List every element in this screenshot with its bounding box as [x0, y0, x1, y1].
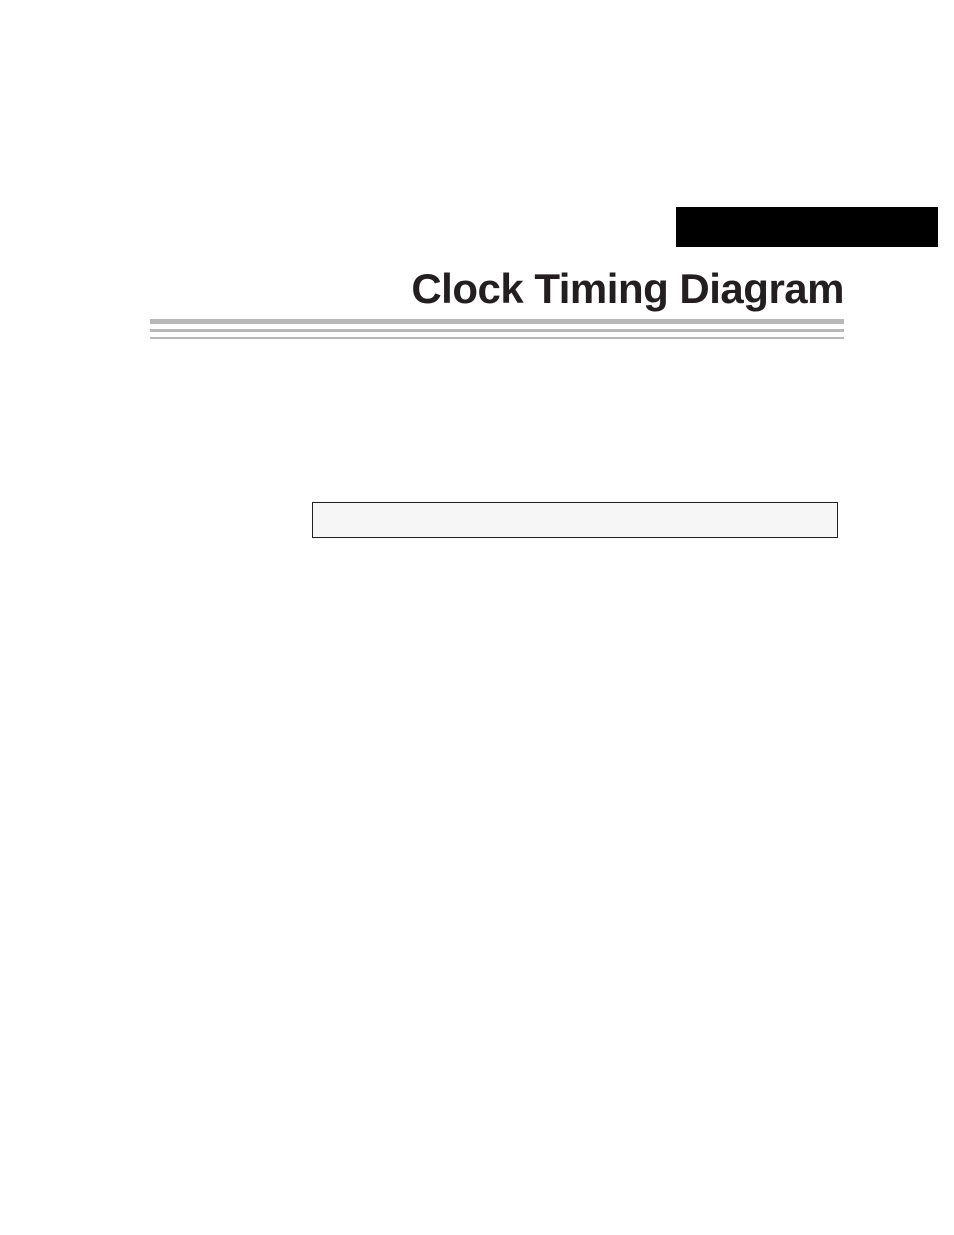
rule-medium: [150, 329, 844, 332]
title-rules: [150, 319, 844, 339]
section-tab: [676, 207, 938, 247]
rule-thin: [150, 337, 844, 339]
page-title: Clock Timing Diagram: [150, 265, 844, 313]
page: Clock Timing Diagram: [0, 0, 954, 1235]
rule-thick: [150, 319, 844, 324]
content-placeholder-box: [312, 502, 838, 538]
